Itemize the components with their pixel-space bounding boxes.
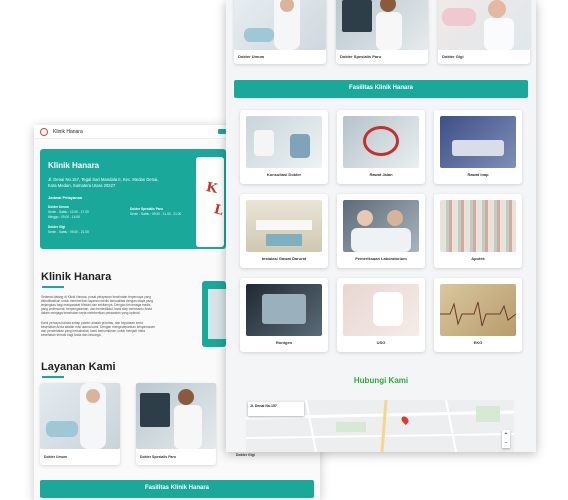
- schedule-name: Dokter Spesialis Paru: [130, 207, 163, 211]
- schedule-name: Dokter Umum: [48, 205, 69, 209]
- facilities-title: Fasilitas Klinik Hanara: [348, 85, 414, 91]
- contact-title: Hubungi Kami: [353, 376, 409, 385]
- about-image: [202, 281, 226, 347]
- facility-label: Rawat Inap: [467, 172, 489, 177]
- service-card-paru[interactable]: Dokter Spesialis Paru: [136, 383, 216, 465]
- facility-card[interactable]: Rawat Jalan: [337, 110, 425, 184]
- map-embed[interactable]: Jl. Denai No.157 + −: [246, 400, 514, 452]
- service-card-umum[interactable]: Dokter Umum: [234, 0, 326, 64]
- doctor-paru-photo: [136, 383, 216, 449]
- doctor-paru-photo: [336, 0, 428, 50]
- schedule-hours: Senin - Sabtu : 12.00 - 17.00: [48, 210, 89, 214]
- facility-photo: [440, 284, 516, 336]
- facility-photo: [440, 116, 516, 168]
- facility-photo: [440, 200, 516, 252]
- hero-address-1: Jl. Denai No.157, Tegal Sari Mandala II,…: [48, 177, 159, 182]
- service-label-gigi: Dokter Gigi: [236, 453, 255, 457]
- logo-icon: [40, 128, 48, 136]
- doctor-umum-photo: [234, 0, 326, 50]
- map-zoom-control[interactable]: + −: [502, 430, 510, 448]
- nav-brand[interactable]: Klinik Hanara: [53, 129, 83, 135]
- service-label: Dokter Umum: [44, 455, 67, 459]
- facility-label: Apotek: [471, 256, 485, 261]
- facility-card[interactable]: Instalasi Gawat Darurat: [240, 194, 328, 268]
- facility-photo: [343, 284, 419, 336]
- facility-label: Pemeriksaan Laboratorium: [355, 256, 407, 261]
- hero-address-2: Kota Medan, Sumatera Utara 20227: [48, 183, 116, 188]
- facility-label: Instalasi Gawat Darurat: [261, 256, 307, 261]
- service-label: Dokter Gigi: [442, 54, 464, 59]
- service-label: Dokter Umum: [238, 54, 265, 59]
- schedule-hours: Senin - Sabtu : 09.00 - 11.00 - 21.00: [130, 212, 182, 216]
- facility-card[interactable]: Apotek: [434, 194, 522, 268]
- facility-photo: [343, 200, 419, 252]
- facility-card[interactable]: Konsultasi Dokter: [240, 110, 328, 184]
- doctor-umum-photo: [40, 383, 120, 449]
- services-title: Layanan Kami: [41, 361, 116, 373]
- map-info-box: Jl. Denai No.157: [248, 402, 304, 416]
- facility-label: Rontgen: [275, 340, 293, 345]
- facility-photo: [246, 200, 322, 252]
- facility-card[interactable]: EKG: [434, 278, 522, 352]
- facility-card[interactable]: Pemeriksaan Laboratorium: [337, 194, 425, 268]
- services-underline: [42, 376, 64, 378]
- service-card-umum[interactable]: Dokter Umum: [40, 383, 120, 465]
- facility-label: EKG: [473, 340, 483, 345]
- schedule-hours: Senin - Sabtu : 09.00 - 21.00: [48, 230, 89, 234]
- facility-photo: [246, 116, 322, 168]
- facility-photo: [343, 116, 419, 168]
- service-card-gigi[interactable]: Dokter Gigi: [438, 0, 530, 64]
- nav-button[interactable]: [218, 129, 226, 134]
- service-card-paru[interactable]: Dokter Spesialis Paru: [336, 0, 428, 64]
- facilities-header: Fasilitas Klinik Hanara: [234, 80, 528, 98]
- about-title: Klinik Hanara: [41, 271, 112, 283]
- service-label: Dokter Spesialis Paru: [340, 54, 382, 59]
- facilities-title: Fasilitas Klinik Hanara: [144, 485, 210, 491]
- service-label: Dokter Spesialis Paru: [140, 455, 176, 459]
- facility-label: Konsultasi Dokter: [266, 172, 302, 177]
- doctor-gigi-photo: [438, 0, 530, 50]
- clinic-sign-image: K L: [196, 157, 224, 247]
- facility-label: Rawat Jalan: [369, 172, 393, 177]
- schedule-hours: Minggu : 09.00 - 14.00: [48, 215, 80, 219]
- about-underline: [42, 286, 64, 288]
- facility-photo: [246, 284, 322, 336]
- hero-title: Klinik Hanara: [48, 161, 100, 170]
- facility-card[interactable]: Rawat Inap: [434, 110, 522, 184]
- facility-card[interactable]: USG: [337, 278, 425, 352]
- clinic-page-back: Dokter Umum Dokter Spesialis Paru Dokter…: [226, 0, 536, 452]
- schedule-title: Jadwal Pelayanan: [48, 195, 83, 200]
- facilities-header: Fasilitas Klinik Hanara: [40, 480, 314, 498]
- schedule-name: Dokter Gigi: [48, 225, 66, 229]
- facility-card[interactable]: Rontgen: [240, 278, 328, 352]
- facility-label: USG: [376, 340, 386, 345]
